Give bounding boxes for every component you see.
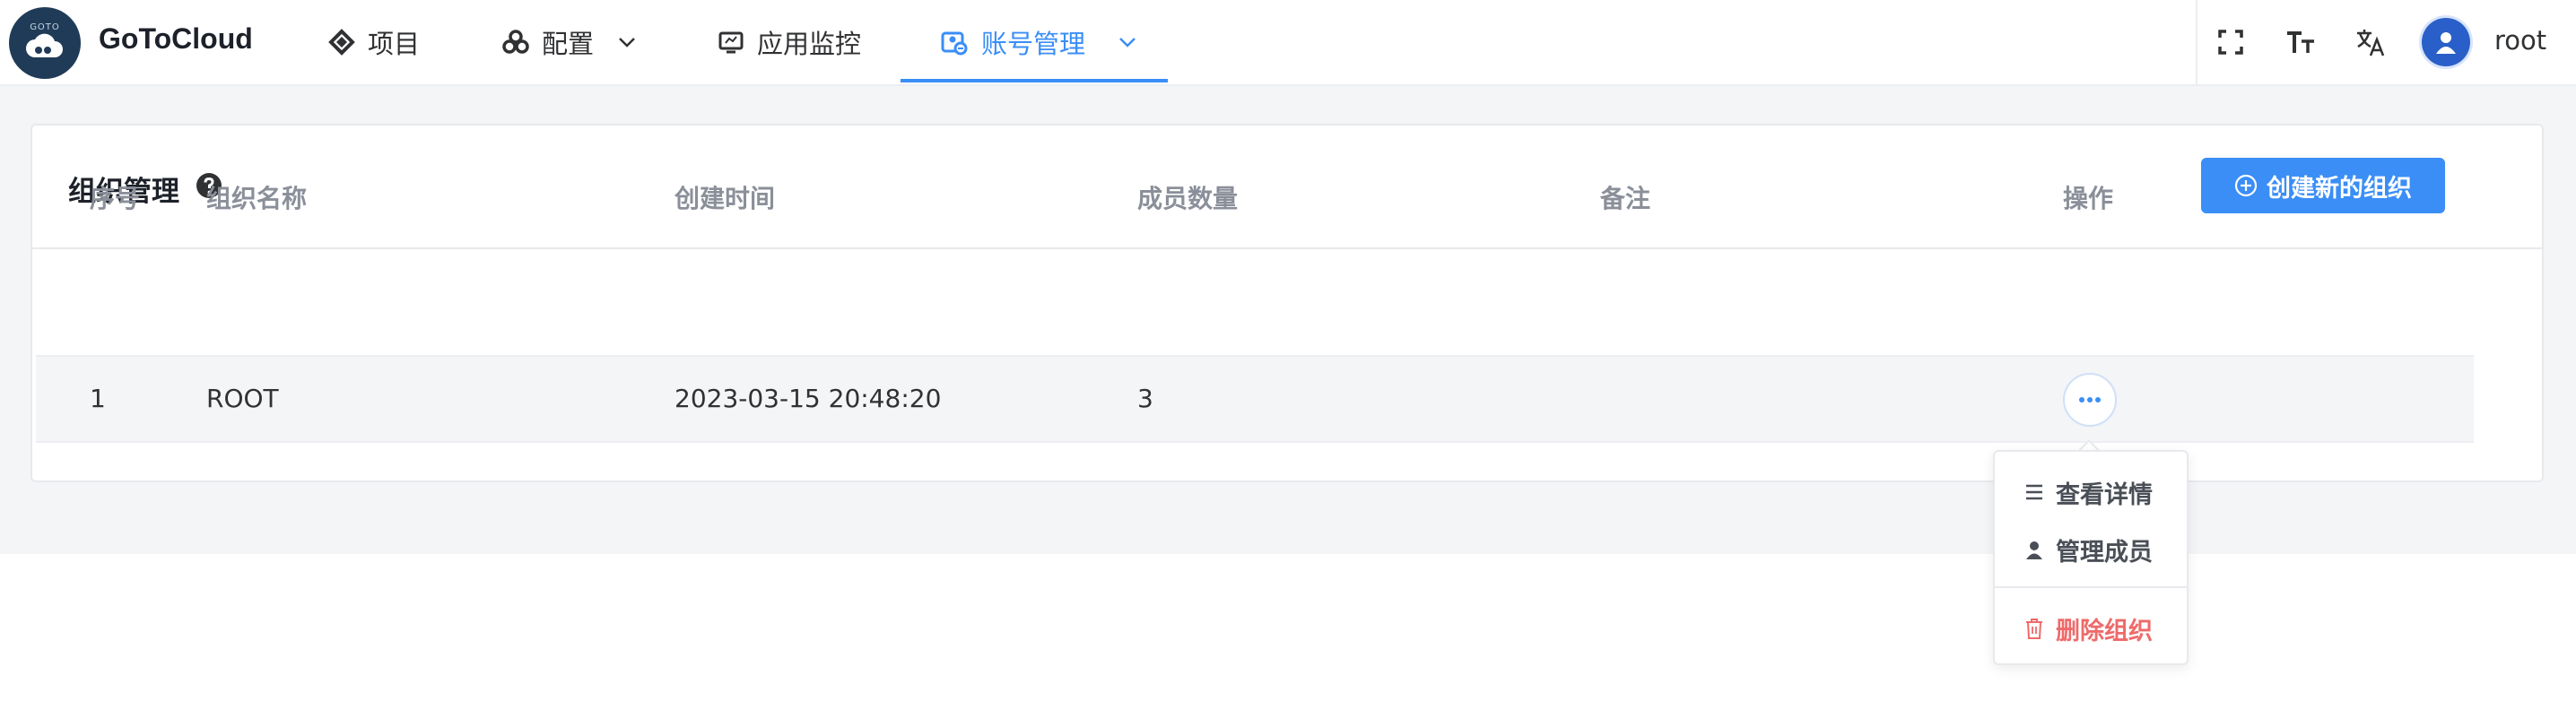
cell-created: 2023-03-15 20:48:20 xyxy=(674,384,942,413)
username[interactable]: root xyxy=(2494,25,2546,56)
cell-index: 1 xyxy=(90,384,106,413)
navbar-divider xyxy=(2196,0,2197,84)
font-size-button[interactable] xyxy=(2284,25,2318,59)
column-header-created: 创建时间 xyxy=(674,184,776,213)
cloud-logo-icon xyxy=(26,33,63,57)
trash-icon xyxy=(2026,619,2042,639)
column-header-members: 成员数量 xyxy=(1137,184,1239,213)
column-header-note: 备注 xyxy=(1600,184,1651,213)
user-avatar-icon xyxy=(2436,32,2456,54)
chevron-down-icon xyxy=(619,38,635,48)
nav-item-config[interactable]: 配置 xyxy=(502,0,639,84)
config-icon xyxy=(502,30,529,54)
fullscreen-icon xyxy=(2218,30,2243,55)
row-actions-button[interactable] xyxy=(2063,373,2117,427)
column-header-index: 序号 xyxy=(90,184,141,213)
column-header-name: 组织名称 xyxy=(206,184,308,213)
menu-item-delete-org[interactable]: 删除组织 xyxy=(1995,606,2187,651)
nav-label: 配置 xyxy=(542,29,595,59)
nav-item-project[interactable]: 项目 xyxy=(328,0,420,84)
column-header-actions: 操作 xyxy=(2063,184,2114,213)
fullscreen-button[interactable] xyxy=(2214,25,2248,59)
user-icon xyxy=(2026,541,2042,559)
menu-divider xyxy=(1995,586,2187,588)
logo[interactable]: GOTO xyxy=(9,7,81,79)
font-size-icon xyxy=(2287,31,2314,53)
plus-circle-icon xyxy=(2234,174,2258,197)
nav-label: 项目 xyxy=(368,29,421,59)
avatar[interactable] xyxy=(2422,18,2470,66)
menu-item-label: 管理成员 xyxy=(2056,538,2153,567)
menu-item-view-details[interactable]: 查看详情 xyxy=(1995,470,2187,515)
translate-icon xyxy=(2357,30,2385,56)
account-icon xyxy=(941,31,968,56)
row-actions-menu: 查看详情 管理成员 删除组织 xyxy=(1993,450,2189,665)
list-icon xyxy=(2026,484,2042,500)
top-navbar: GOTO GoToCloud 项目 配置 应用监控 账号管理 root xyxy=(0,0,2576,86)
create-org-label: 创建新的组织 xyxy=(2267,174,2412,203)
nav-label: 账号管理 xyxy=(981,29,1086,59)
project-icon xyxy=(328,29,355,56)
logo-text: GOTO xyxy=(30,22,60,32)
chevron-down-icon xyxy=(1119,38,1136,48)
nav-item-account[interactable]: 账号管理 xyxy=(940,0,1139,84)
monitor-icon xyxy=(718,31,744,54)
cell-members: 3 xyxy=(1137,384,1153,413)
menu-item-label: 查看详情 xyxy=(2056,480,2153,509)
brand-name[interactable]: GoToCloud xyxy=(99,22,253,56)
menu-item-label: 删除组织 xyxy=(2056,617,2153,645)
active-tab-indicator xyxy=(901,79,1168,82)
more-icon xyxy=(2079,397,2101,402)
translate-button[interactable] xyxy=(2354,25,2388,59)
menu-item-manage-members[interactable]: 管理成员 xyxy=(1995,527,2187,572)
card-header: 组织管理 创建新的组织 xyxy=(32,125,2542,249)
nav-label: 应用监控 xyxy=(757,29,862,59)
create-org-button[interactable]: 创建新的组织 xyxy=(2201,158,2445,213)
cell-name: ROOT xyxy=(206,384,279,413)
nav-item-monitor[interactable]: 应用监控 xyxy=(718,0,861,84)
